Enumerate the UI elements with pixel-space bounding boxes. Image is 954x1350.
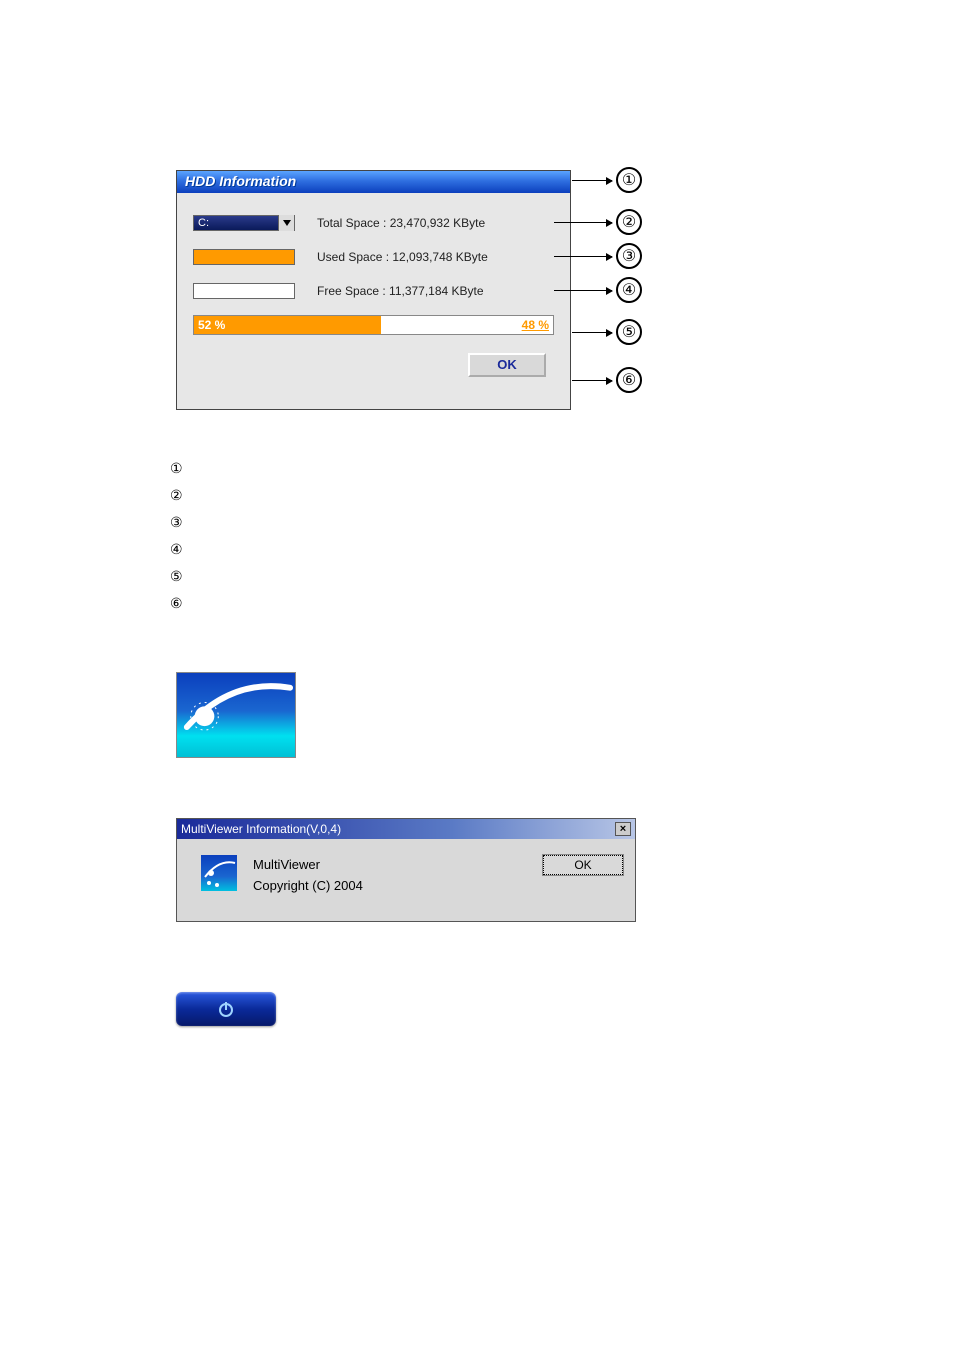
close-icon[interactable]: × bbox=[615, 822, 631, 836]
ok-button[interactable]: OK bbox=[543, 855, 623, 875]
callout-arrow bbox=[572, 332, 612, 333]
callout-arrow bbox=[554, 222, 612, 223]
callout-arrow bbox=[572, 380, 612, 381]
legend-item: ① bbox=[170, 460, 954, 477]
drive-select-value: C: bbox=[198, 217, 209, 229]
callout-arrow bbox=[554, 256, 612, 257]
legend-item: ③ bbox=[170, 514, 954, 531]
legend-item: ⑥ bbox=[170, 595, 954, 612]
legend-item: ④ bbox=[170, 541, 954, 558]
multiviewer-title: MultiViewer Information(V,0,4) bbox=[181, 822, 341, 836]
callout-4: ④ bbox=[616, 277, 642, 303]
legend-item: ⑤ bbox=[170, 568, 954, 585]
usage-bar: 52 % 48 % bbox=[193, 315, 554, 335]
total-space-label: Total Space : 23,470,932 KByte bbox=[317, 216, 485, 230]
multiviewer-dialog: MultiViewer Information(V,0,4) × MultiVi… bbox=[176, 818, 636, 922]
hdd-dialog: HDD Information C: Total Space : 23,470,… bbox=[176, 170, 571, 410]
hdd-titlebar: HDD Information bbox=[177, 171, 570, 193]
app-logo-panel bbox=[176, 672, 296, 758]
power-icon bbox=[216, 999, 236, 1019]
hdd-callout-area: HDD Information C: Total Space : 23,470,… bbox=[176, 170, 686, 420]
used-pct: 52 % bbox=[198, 318, 225, 332]
callout-arrow bbox=[572, 180, 612, 181]
chevron-down-icon[interactable] bbox=[278, 215, 294, 231]
drive-select[interactable]: C: bbox=[193, 215, 295, 231]
free-pct: 48 % bbox=[522, 318, 549, 332]
callout-2: ② bbox=[616, 209, 642, 235]
callout-6: ⑥ bbox=[616, 367, 642, 393]
callout-1: ① bbox=[616, 167, 642, 193]
used-swatch bbox=[193, 249, 295, 265]
free-swatch bbox=[193, 283, 295, 299]
used-space-label: Used Space : 12,093,748 KByte bbox=[317, 250, 488, 264]
free-space-label: Free Space : 11,377,184 KByte bbox=[317, 284, 484, 298]
multiviewer-icon bbox=[201, 855, 237, 891]
multiviewer-titlebar: MultiViewer Information(V,0,4) × bbox=[177, 819, 635, 839]
multiviewer-name: MultiViewer bbox=[253, 855, 543, 876]
legend-item: ② bbox=[170, 487, 954, 504]
app-logo-icon bbox=[177, 673, 295, 758]
callout-arrow bbox=[554, 290, 612, 291]
ok-button[interactable]: OK bbox=[468, 353, 546, 377]
multiviewer-copyright: Copyright (C) 2004 bbox=[253, 876, 543, 897]
power-button[interactable] bbox=[176, 992, 276, 1026]
callout-legend: ① ② ③ ④ ⑤ ⑥ bbox=[170, 460, 954, 612]
callout-5: ⑤ bbox=[616, 319, 642, 345]
callout-3: ③ bbox=[616, 243, 642, 269]
